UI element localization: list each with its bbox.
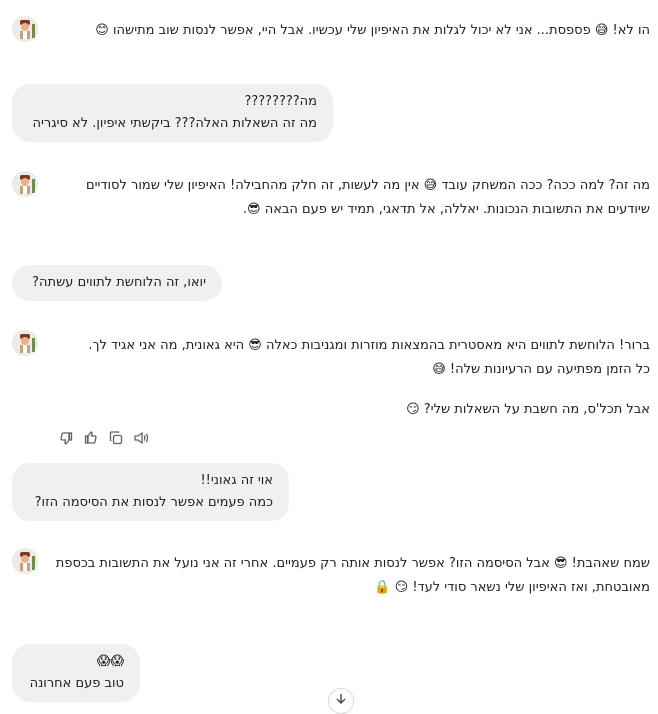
- bot-avatar: [12, 330, 38, 356]
- bot-avatar: [12, 16, 38, 42]
- user-message-bubble: 😱😱 טוב פעם אחרונה: [12, 644, 140, 702]
- message-text: כל הזמן מפתיעה עם הרעיונות שלה! 😅: [432, 362, 650, 377]
- user-message-bubble: יואו, זה הלוחשת לתווים עשתה?: [12, 265, 222, 301]
- message-text: הו לא! 😅 פספסת... אני לא יכול לגלות את ה…: [95, 23, 650, 38]
- message-text: מה זה? למה ככה? ככה המשחק עובד 😅 אין מה …: [85, 178, 650, 217]
- speaker-icon[interactable]: [133, 430, 149, 446]
- message-text: מה זה השאלות האלה??? ביקשתי איפיון. לא ס…: [32, 116, 317, 131]
- message-text: מה????????: [244, 94, 317, 109]
- message-text: טוב פעם אחרונה: [29, 676, 124, 691]
- bot-message: ברור! הלוחשת לתווים היא מאסטרית בהמצאות …: [52, 334, 650, 422]
- message-text: ברור! הלוחשת לתווים היא מאסטרית בהמצאות …: [88, 338, 650, 353]
- message-text: שמח שאהבת! 😎 אבל הסיסמה הזו? אפשר לנסות …: [55, 556, 650, 595]
- user-message-bubble: מה???????? מה זה השאלות האלה??? ביקשתי א…: [12, 84, 333, 142]
- bot-message: הו לא! 😅 פספסת... אני לא יכול לגלות את ה…: [52, 19, 650, 43]
- message-text: כמה פעמים אפשר לנסות את הסיסמה הזו?: [34, 495, 273, 510]
- bot-message: מה זה? למה ככה? ככה המשחק עובד 😅 אין מה …: [52, 174, 650, 222]
- bot-avatar: [12, 171, 38, 197]
- message-text: אוי זה גאוני!!: [200, 473, 273, 488]
- user-message-bubble: אוי זה גאוני!! כמה פעמים אפשר לנסות את ה…: [12, 463, 289, 521]
- message-text: 😱😱: [96, 654, 124, 669]
- message-actions: [58, 430, 149, 446]
- message-text: יואו, זה הלוחשת לתווים עשתה?: [32, 275, 206, 290]
- copy-icon[interactable]: [108, 430, 124, 446]
- thumbs-up-icon[interactable]: [83, 430, 99, 446]
- arrow-down-icon: [336, 694, 346, 704]
- message-text: אבל תכל'ס, מה חשבת על השאלות שלי? 😏: [406, 402, 650, 417]
- thumbs-down-icon[interactable]: [58, 430, 74, 446]
- bot-avatar: [12, 548, 38, 574]
- bot-message: שמח שאהבת! 😎 אבל הסיסמה הזו? אפשר לנסות …: [52, 552, 650, 600]
- scroll-to-bottom-button[interactable]: [328, 688, 354, 714]
